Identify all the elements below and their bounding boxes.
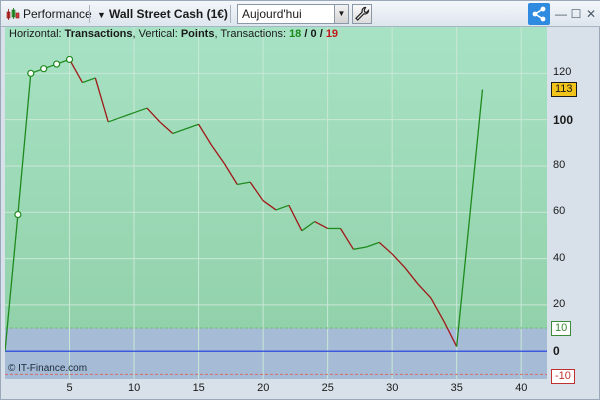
candlestick-icon — [6, 7, 20, 21]
x-tick-label: 35 — [450, 382, 463, 394]
y-tick-label: 20 — [553, 297, 566, 310]
y-tick-label: 40 — [553, 251, 566, 264]
trade-marker — [40, 65, 48, 73]
settings-wrench-button[interactable] — [352, 4, 372, 24]
x-tick-label: 30 — [386, 382, 399, 394]
count-separator: / — [304, 28, 308, 40]
plot-background — [5, 27, 547, 379]
vertical-label: Vertical: — [138, 28, 178, 40]
trade-marker — [53, 60, 61, 68]
minimize-icon[interactable]: — — [554, 4, 568, 24]
main-window: Performance ▼ Wall Street Cash (1€) Aujo… — [0, 0, 600, 400]
trade-marker — [27, 69, 35, 77]
x-tick-label: 20 — [257, 382, 270, 394]
horizontal-value: Transactions — [64, 28, 133, 40]
current-value-badge: 113 — [551, 81, 577, 97]
instrument-selector[interactable]: Wall Street Cash (1€) — [109, 4, 228, 24]
x-tick-label: 5 — [66, 382, 73, 394]
period-select[interactable]: Aujourd'hui ▼ — [237, 4, 349, 24]
y-axis: 20 40 60 80 100 120 0 10 -10 113 — [547, 27, 600, 385]
x-tick-label: 40 — [515, 382, 528, 394]
trade-marker — [14, 210, 22, 219]
horizontal-label: Horizontal: — [9, 28, 62, 40]
upper-band-label: 10 — [551, 321, 572, 337]
share-button[interactable] — [528, 3, 550, 25]
toolbar-divider — [89, 5, 90, 23]
trade-marker — [65, 55, 74, 64]
x-tick-label: 25 — [321, 382, 334, 394]
y-tick-label: 60 — [553, 205, 566, 218]
wrench-icon — [355, 6, 370, 21]
vertical-value: Points — [180, 28, 215, 40]
maximize-icon[interactable]: ☐ — [569, 4, 583, 24]
x-axis: 5 10 15 20 25 30 35 40 — [5, 379, 547, 400]
losses-count: 19 — [325, 28, 339, 40]
x-tick-label: 10 — [128, 382, 141, 394]
period-select-value: Aujourd'hui — [242, 7, 302, 21]
toolbar: Performance ▼ Wall Street Cash (1€) Aujo… — [1, 1, 600, 27]
chart-header: Horizontal: Transactions, Vertical: Poin… — [9, 28, 339, 40]
app-title[interactable]: Performance — [23, 4, 92, 24]
count-separator: / — [319, 28, 323, 40]
wins-count: 18 — [289, 28, 302, 40]
transactions-label: Transactions: — [220, 28, 286, 40]
performance-chart — [5, 27, 547, 379]
x-tick-label: 15 — [192, 382, 205, 394]
caret-down-icon[interactable]: ▼ — [97, 5, 106, 25]
y-tick-label: 120 — [553, 66, 572, 79]
y-tick-label: 80 — [553, 158, 566, 171]
toolbar-divider — [230, 5, 231, 23]
dropdown-arrow-icon[interactable]: ▼ — [334, 5, 348, 23]
neutral-count: 0 — [310, 28, 317, 40]
watermark: © IT-Finance.com — [8, 363, 88, 374]
close-icon[interactable]: ✕ — [584, 4, 598, 24]
y-tick-label: 100 — [553, 112, 574, 127]
chart-plot-area[interactable]: Horizontal: Transactions, Vertical: Poin… — [5, 27, 547, 379]
y-tick-label-zero: 0 — [553, 344, 560, 359]
share-icon — [532, 6, 546, 22]
lower-band-label: -10 — [551, 369, 575, 385]
